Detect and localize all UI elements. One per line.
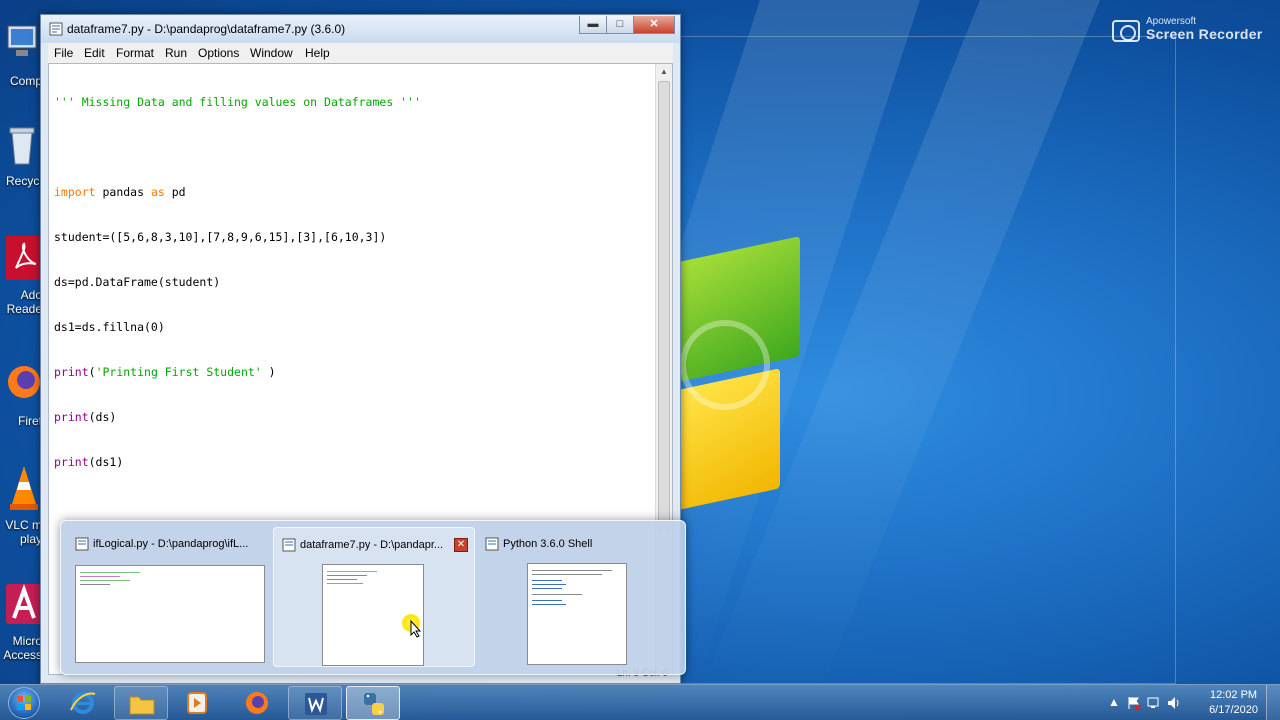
code-text: ''' Missing Data and filling values on D… xyxy=(54,65,421,500)
desktop-icon-firefox[interactable]: Firef xyxy=(0,360,44,460)
maximize-button[interactable]: □ xyxy=(606,16,634,34)
firefox-icon xyxy=(246,692,268,714)
computer-icon xyxy=(7,25,37,56)
minimize-button[interactable]: ▬ xyxy=(579,16,607,34)
code-line: ds1=ds.fillna(0) xyxy=(54,320,165,334)
show-hidden-icons-icon[interactable]: ▲ xyxy=(1106,695,1122,711)
python-file-icon xyxy=(75,537,89,551)
taskbar: ▲ 12:02 PM 6/17/2020 xyxy=(0,684,1280,720)
folder-icon xyxy=(129,696,155,715)
background-window-outline xyxy=(676,36,1176,684)
python-file-icon xyxy=(49,22,63,36)
word-icon xyxy=(305,693,327,715)
code-line: import pandas as pd xyxy=(54,185,186,199)
camera-icon xyxy=(1112,20,1140,42)
show-desktop-button[interactable] xyxy=(1266,685,1280,720)
thumbnail-preview xyxy=(527,563,627,665)
desktop-icon-label: VLC m play xyxy=(5,518,42,546)
recorder-product: Screen Recorder xyxy=(1146,26,1263,42)
desktop-icon-vlc[interactable]: VLC m play xyxy=(0,464,44,564)
menu-help[interactable]: Help xyxy=(305,46,330,60)
taskbar-file-explorer[interactable] xyxy=(114,686,168,720)
python-icon xyxy=(364,693,384,715)
close-button[interactable]: ✕ xyxy=(633,16,675,34)
window-title: dataframe7.py - D:\pandaprog\dataframe7.… xyxy=(67,22,346,36)
taskbar-python-idle[interactable] xyxy=(346,686,400,720)
menu-edit[interactable]: Edit xyxy=(84,46,105,60)
firefox-icon xyxy=(8,366,40,398)
start-button[interactable] xyxy=(4,686,44,720)
desktop-icon-access[interactable]: Micro Access xyxy=(0,580,44,680)
menu-bar: File Edit Format Run Options Window Help xyxy=(48,43,673,63)
window-titlebar[interactable]: dataframe7.py - D:\pandaprog\dataframe7.… xyxy=(41,15,680,43)
thumbnail-close-button[interactable]: ✕ xyxy=(454,538,468,552)
python-shell-icon xyxy=(485,537,499,551)
clock-date: 6/17/2020 xyxy=(1209,704,1258,716)
recycle-bin-icon xyxy=(9,127,35,165)
code-line: student=([5,6,8,3,10],[7,8,9,6,15],[3],[… xyxy=(54,230,387,244)
vlc-cone-icon xyxy=(10,466,38,510)
desktop-icon-computer[interactable]: Comp xyxy=(0,20,44,120)
desktop-icon-recycle-bin[interactable]: Recycl xyxy=(0,120,44,220)
thumbnail-title: dataframe7.py - D:\pandapr... xyxy=(300,539,444,551)
menu-options[interactable]: Options xyxy=(198,46,239,60)
scroll-up-arrow-icon[interactable]: ▲ xyxy=(656,64,672,80)
thumbnail-dataframe7[interactable]: dataframe7.py - D:\pandapr... ✕ xyxy=(273,527,475,667)
taskbar-firefox[interactable] xyxy=(230,686,284,720)
menu-run[interactable]: Run xyxy=(165,46,187,60)
python-file-icon xyxy=(282,538,296,552)
mouse-pointer-icon xyxy=(410,620,422,638)
access-icon xyxy=(6,584,42,624)
internet-explorer-icon xyxy=(70,692,96,714)
thumbnail-python-shell[interactable]: Python 3.6.0 Shell xyxy=(477,527,681,667)
taskbar-media-player[interactable] xyxy=(170,686,224,720)
taskbar-word[interactable] xyxy=(288,686,342,720)
menu-file[interactable]: File xyxy=(54,46,73,60)
clock[interactable]: 12:02 PM 6/17/2020 xyxy=(1209,688,1258,718)
code-line: print(ds1) xyxy=(54,455,124,469)
thumbnail-title: ifLogical.py - D:\pandaprog\ifL... xyxy=(93,538,249,550)
thumbnail-preview xyxy=(75,565,265,663)
desktop-icon-label: Comp xyxy=(9,74,42,88)
adobe-reader-icon xyxy=(6,236,42,280)
desktop-icon-label: Ado Reade xyxy=(6,288,42,316)
desktop-icon-label: Micro Access xyxy=(3,634,42,662)
scrollbar-thumb[interactable] xyxy=(658,81,670,531)
code-line: ''' Missing Data and filling values on D… xyxy=(54,95,421,109)
media-player-icon xyxy=(187,692,207,714)
code-line: print('Printing First Student' ) xyxy=(54,365,276,379)
taskbar-internet-explorer[interactable] xyxy=(56,686,110,720)
desktop-icon-label: Firef xyxy=(18,414,42,428)
volume-icon[interactable] xyxy=(1166,695,1182,711)
windows-flag-icon xyxy=(17,696,31,710)
action-center-flag-icon[interactable] xyxy=(1126,695,1142,711)
taskbar-thumbnail-popup: ifLogical.py - D:\pandaprog\ifL... dataf… xyxy=(60,520,686,675)
menu-format[interactable]: Format xyxy=(116,46,154,60)
clock-time: 12:02 PM xyxy=(1209,689,1258,701)
network-icon[interactable] xyxy=(1146,695,1162,711)
menu-window[interactable]: Window xyxy=(250,46,293,60)
thumbnail-title: Python 3.6.0 Shell xyxy=(503,538,593,550)
code-line: print(ds) xyxy=(54,410,117,424)
system-tray: ▲ 12:02 PM 6/17/2020 xyxy=(1100,685,1280,720)
desktop-icon-label: Recycl xyxy=(5,174,42,188)
desktop-icon-adobe-reader[interactable]: Ado Reade xyxy=(0,234,44,334)
thumbnail-iflogical[interactable]: ifLogical.py - D:\pandaprog\ifL... xyxy=(67,527,271,667)
code-line: ds=pd.DataFrame(student) xyxy=(54,275,221,289)
